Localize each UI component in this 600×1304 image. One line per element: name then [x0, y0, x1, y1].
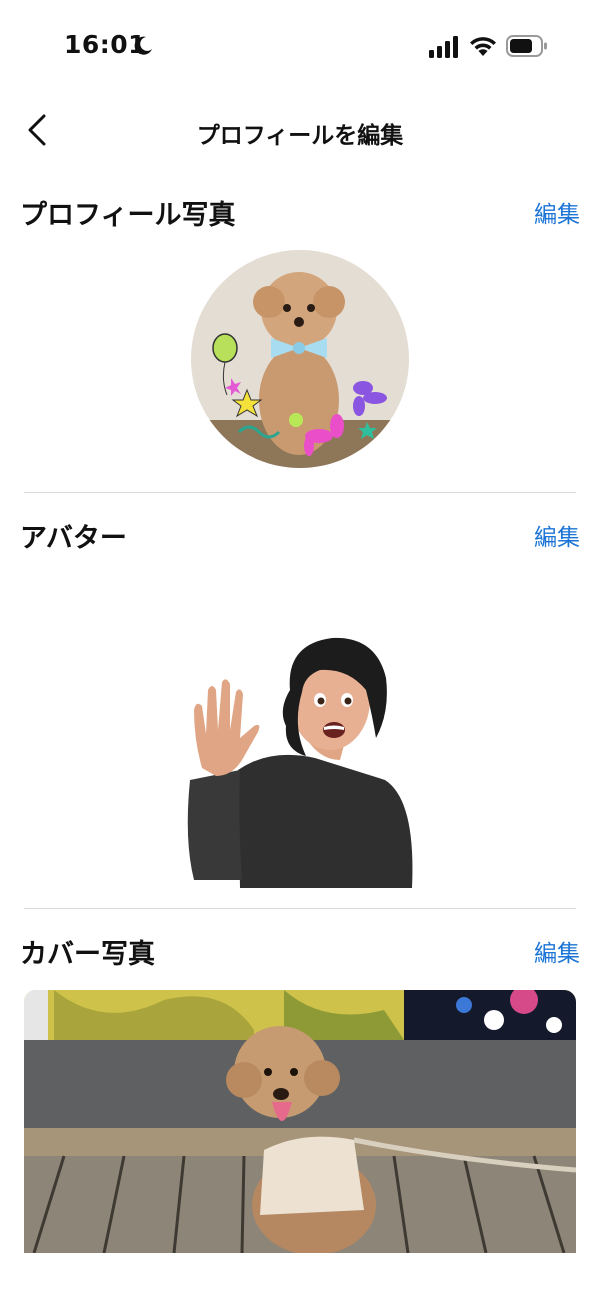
edit-profile-photo-button[interactable]: 編集: [534, 195, 580, 229]
signal-icon: [429, 36, 458, 58]
profile-photo-image: [191, 250, 409, 468]
page-title: プロフィールを編集: [196, 123, 404, 149]
edit-cover-photo-button[interactable]: 編集: [534, 934, 580, 968]
avatar-title: アバター: [20, 523, 127, 554]
profile-photo-header: プロフィール写真 編集: [20, 193, 580, 237]
profile-photo[interactable]: [191, 250, 409, 468]
avatar-header: アバター 編集: [20, 516, 580, 560]
cover-photo-image: [24, 990, 576, 1253]
profile-photo-title: プロフィール写真: [20, 200, 236, 231]
cover-photo[interactable]: [24, 990, 576, 1253]
status-bar: 16:01: [0, 0, 600, 96]
moon-icon: [134, 36, 152, 55]
divider: [24, 492, 576, 493]
avatar-image[interactable]: [180, 630, 420, 888]
cover-photo-header: カバー写真 編集: [20, 932, 580, 976]
battery-icon: [506, 35, 547, 57]
cover-photo-title: カバー写真: [20, 939, 155, 970]
wifi-icon: [470, 37, 496, 56]
edit-avatar-button[interactable]: 編集: [534, 518, 580, 552]
divider: [24, 908, 576, 909]
nav-bar: プロフィールを編集: [0, 96, 600, 166]
